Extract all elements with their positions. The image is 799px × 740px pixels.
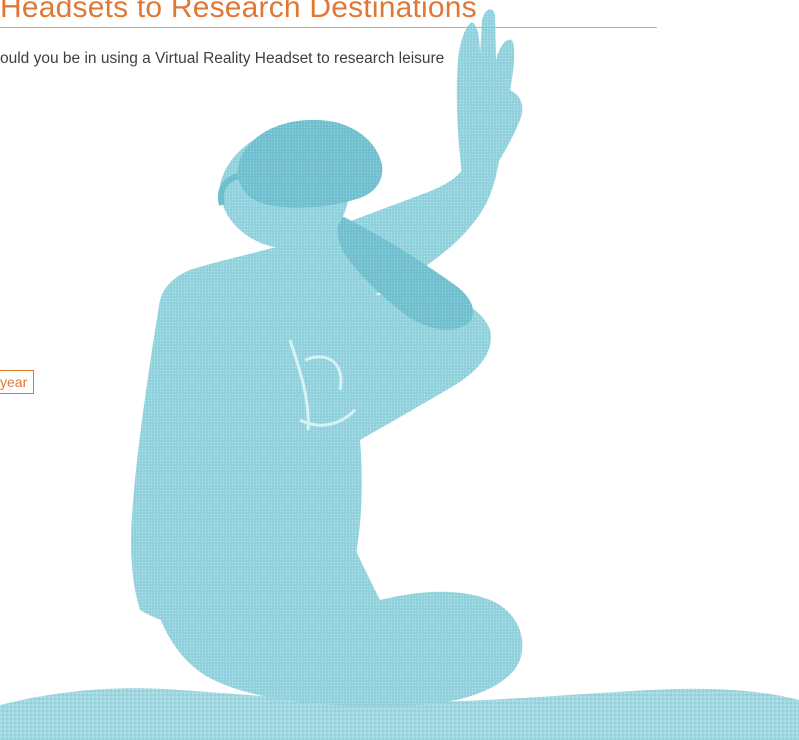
survey-question: ould you be in using a Virtual Reality H… <box>0 50 445 67</box>
title-divider <box>0 27 657 28</box>
year-option-label[interactable]: year <box>0 370 35 394</box>
vr-headset <box>237 119 383 208</box>
slide-page: Headsets to Research Destinations ould y… <box>0 0 799 740</box>
vr-person-photo <box>0 9 799 740</box>
page-title: Headsets to Research Destinations <box>0 0 477 24</box>
person-hand <box>456 9 523 176</box>
